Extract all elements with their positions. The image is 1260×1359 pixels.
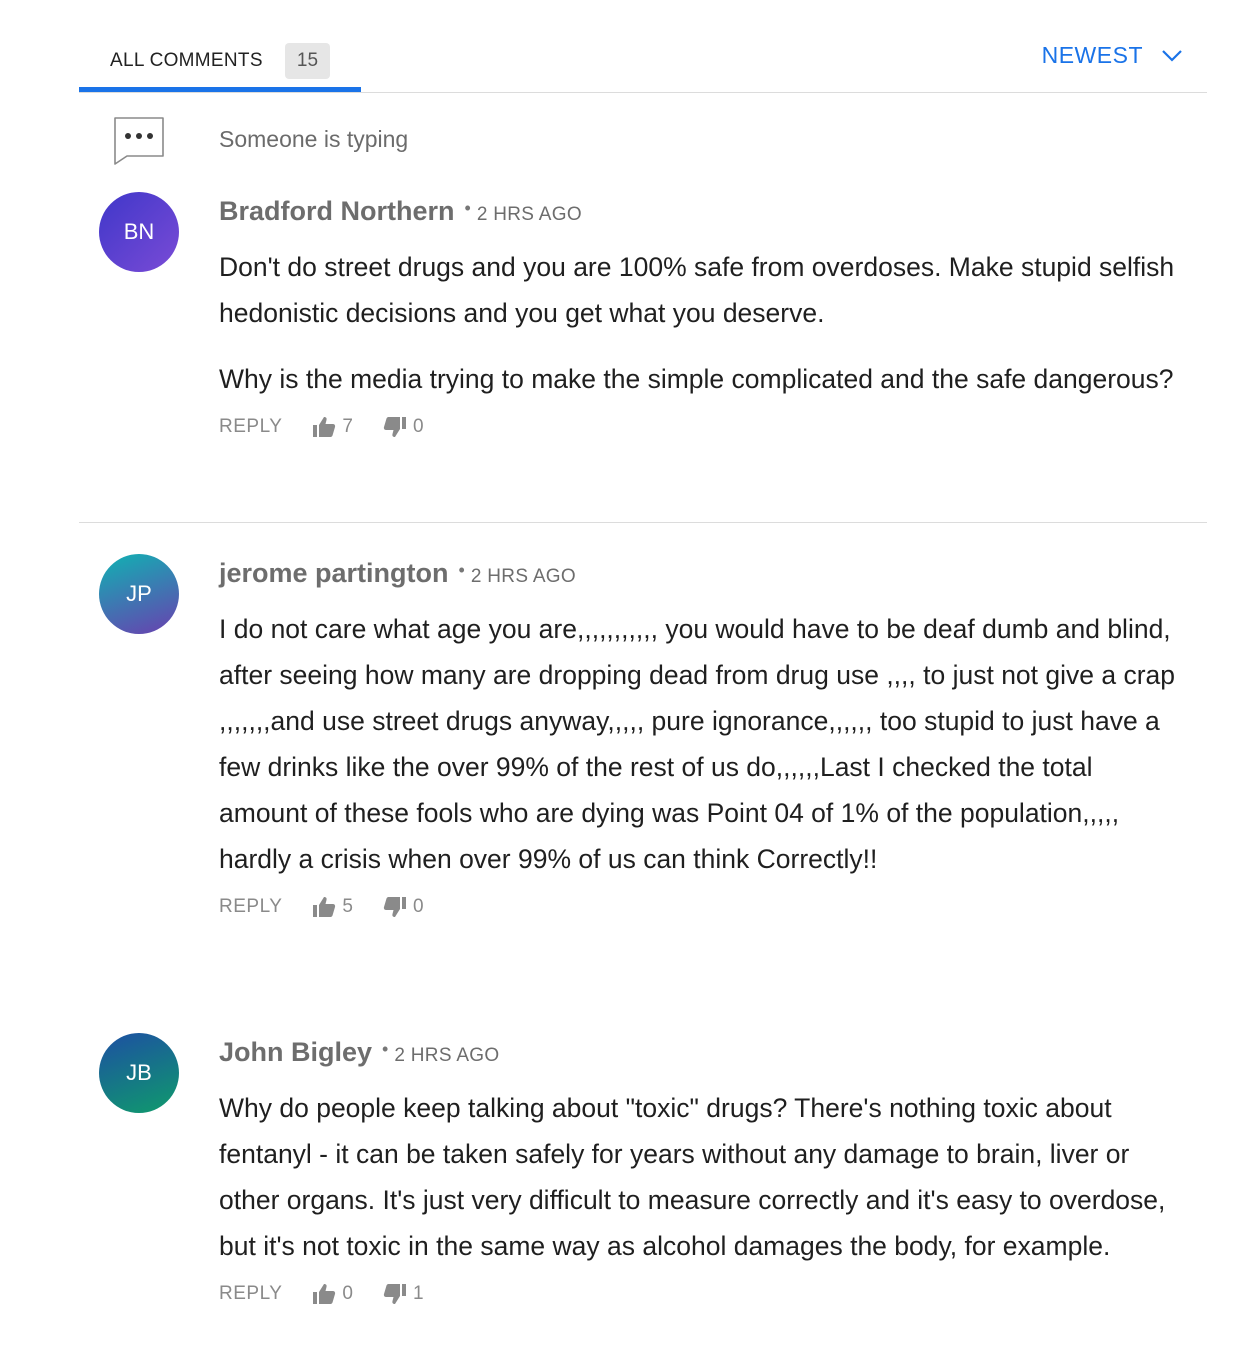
comment-actions: REPLY 0 1: [219, 1283, 1179, 1305]
downvote-button[interactable]: 0: [383, 896, 424, 918]
upvote-button[interactable]: 7: [312, 416, 353, 438]
downvote-count: 0: [412, 416, 424, 437]
thumbs-up-icon: [313, 1284, 336, 1304]
reply-button[interactable]: REPLY: [219, 896, 282, 918]
comment-paragraph: Why do people keep talking about "toxic"…: [219, 1093, 1166, 1261]
comments-header: ALL COMMENTS 15 NEWEST: [79, 0, 1207, 93]
comment-paragraph: Don't do street drugs and you are 100% s…: [219, 252, 1175, 328]
downvote-button[interactable]: 1: [383, 1283, 424, 1305]
chevron-down-icon: [1162, 49, 1182, 62]
downvote-count: 0: [412, 896, 424, 917]
reply-button[interactable]: REPLY: [219, 1283, 282, 1305]
reply-button[interactable]: REPLY: [219, 416, 282, 438]
active-tab-indicator: [79, 87, 361, 92]
separator-dot: •: [464, 198, 471, 218]
comment-text: Don't do street drugs and you are 100% s…: [219, 244, 1179, 402]
separator-dot: •: [382, 1039, 389, 1059]
avatar[interactable]: JB: [99, 1033, 179, 1113]
upvote-count: 0: [342, 1283, 353, 1304]
thumbs-up-icon: [313, 417, 336, 437]
comment-paragraph: Why is the media trying to make the simp…: [219, 364, 1174, 394]
typing-bubble-icon: [114, 117, 164, 165]
thumbs-down-icon: [383, 1284, 406, 1304]
avatar[interactable]: JP: [99, 554, 179, 634]
typing-indicator: Someone is typing: [113, 116, 408, 166]
upvote-count: 7: [342, 416, 353, 437]
avatar[interactable]: BN: [99, 192, 179, 272]
comment-divider: [79, 522, 1207, 523]
tab-all-comments[interactable]: ALL COMMENTS 15: [79, 30, 361, 92]
comment-actions: REPLY 5 0: [219, 896, 1179, 918]
upvote-button[interactable]: 0: [312, 1283, 353, 1305]
upvote-count: 5: [342, 896, 353, 917]
comment-count-badge: 15: [285, 43, 330, 79]
thumbs-down-icon: [383, 897, 406, 917]
comment-author[interactable]: John Bigley: [219, 1037, 372, 1068]
comment-timestamp: 2 HRS AGO: [394, 1045, 500, 1066]
comment-author[interactable]: jerome partington: [219, 558, 449, 589]
thumbs-up-icon: [313, 897, 336, 917]
comment-timestamp: 2 HRS AGO: [470, 566, 576, 587]
upvote-button[interactable]: 5: [312, 896, 353, 918]
downvote-count: 1: [412, 1283, 424, 1304]
sort-label: NEWEST: [1041, 42, 1143, 68]
tab-all-comments-label: ALL COMMENTS: [110, 50, 263, 71]
comment-actions: REPLY 7 0: [219, 416, 1179, 438]
typing-text: Someone is typing: [219, 126, 409, 152]
comment-text: Why do people keep talking about "toxic"…: [219, 1085, 1179, 1269]
sort-dropdown[interactable]: NEWEST: [1042, 42, 1183, 69]
comment-timestamp: 2 HRS AGO: [476, 204, 582, 225]
thumbs-down-icon: [383, 417, 406, 437]
comment-author[interactable]: Bradford Northern: [219, 196, 455, 227]
comment-text: I do not care what age you are,,,,,,,,,,…: [219, 606, 1179, 882]
comment-paragraph: I do not care what age you are,,,,,,,,,,…: [219, 614, 1176, 874]
downvote-button[interactable]: 0: [383, 416, 424, 438]
separator-dot: •: [458, 560, 465, 580]
